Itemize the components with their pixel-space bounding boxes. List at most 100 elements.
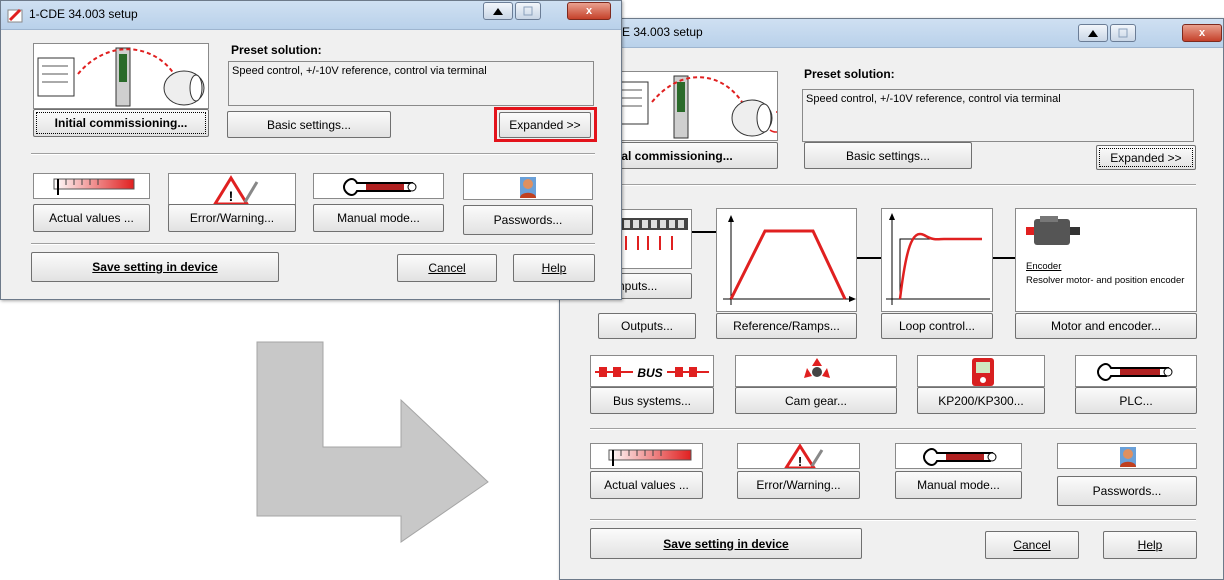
separator bbox=[590, 519, 1196, 521]
ramp-icon bbox=[723, 215, 856, 305]
warning-icon: ! bbox=[213, 175, 259, 204]
svg-text:!: ! bbox=[229, 188, 234, 204]
help-button[interactable]: Help bbox=[1103, 531, 1197, 559]
separator bbox=[31, 243, 595, 245]
cam-gear-button[interactable]: Cam gear... bbox=[735, 387, 897, 414]
separator bbox=[31, 153, 595, 155]
cam-gear-image[interactable] bbox=[735, 355, 897, 387]
close-button[interactable]: x bbox=[567, 2, 611, 20]
actual-values-image[interactable] bbox=[590, 443, 703, 469]
motor-encoder-button[interactable]: Motor and encoder... bbox=[1015, 313, 1197, 339]
close-button[interactable]: x bbox=[1182, 24, 1222, 42]
preset-solution-text: Speed control, +/-10V reference, control… bbox=[228, 61, 594, 106]
inputs-button[interactable]: nputs... bbox=[612, 273, 692, 299]
loop-control-button[interactable]: Loop control... bbox=[881, 313, 993, 339]
window-title: E 34.003 setup bbox=[622, 25, 703, 39]
bus-systems-image[interactable]: BUS bbox=[590, 355, 714, 387]
scroll-up-button[interactable] bbox=[483, 2, 513, 20]
wrench-icon bbox=[342, 177, 417, 197]
title-bar: E 34.003 setup x bbox=[560, 19, 1223, 48]
bus-label: BUS bbox=[637, 366, 662, 380]
manual-mode-button[interactable]: Manual mode... bbox=[895, 471, 1022, 499]
title-bar: 1-CDE 34.003 setup x bbox=[1, 1, 621, 30]
passwords-image[interactable] bbox=[1057, 443, 1197, 469]
bus-systems-button[interactable]: Bus systems... bbox=[590, 387, 714, 414]
error-warning-image[interactable]: ! bbox=[168, 173, 296, 205]
scroll-up-button[interactable] bbox=[1078, 24, 1108, 42]
user-icon bbox=[520, 177, 536, 198]
commissioning-image[interactable] bbox=[33, 43, 209, 109]
manual-mode-button[interactable]: Manual mode... bbox=[313, 204, 444, 232]
chain-line-3 bbox=[993, 257, 1015, 259]
outputs-button[interactable]: Outputs... bbox=[598, 313, 696, 339]
restore-button[interactable] bbox=[1110, 24, 1136, 42]
keypad-icon bbox=[972, 358, 994, 386]
basic-settings-button[interactable]: Basic settings... bbox=[804, 142, 972, 169]
error-warning-button[interactable]: Error/Warning... bbox=[737, 471, 860, 499]
basic-settings-button[interactable]: Basic settings... bbox=[227, 111, 391, 138]
error-warning-image[interactable]: ! bbox=[737, 443, 860, 469]
preset-solution-text: Speed control, +/-10V reference, control… bbox=[802, 89, 1194, 142]
preset-solution-label: Preset solution: bbox=[231, 43, 322, 57]
plc-image[interactable] bbox=[1075, 355, 1197, 387]
cancel-label: Cancel bbox=[1013, 538, 1051, 552]
error-warning-button[interactable]: Error/Warning... bbox=[168, 204, 296, 232]
wrench-icon bbox=[922, 447, 997, 467]
actual-values-image[interactable] bbox=[33, 173, 150, 199]
commissioning-image[interactable] bbox=[612, 71, 778, 141]
cancel-button[interactable]: Cancel bbox=[985, 531, 1079, 559]
actual-values-button[interactable]: Actual values ... bbox=[33, 204, 150, 232]
manual-mode-image[interactable] bbox=[895, 443, 1022, 469]
window-title: 1-CDE 34.003 setup bbox=[29, 7, 138, 21]
svg-text:!: ! bbox=[798, 454, 802, 469]
encoder-link[interactable]: Encoder bbox=[1026, 261, 1061, 272]
gauge-icon bbox=[608, 449, 692, 466]
manual-mode-image[interactable] bbox=[313, 173, 444, 199]
triangle-up-icon bbox=[1088, 30, 1098, 37]
encoder-description: Resolver motor- and position encoder bbox=[1026, 275, 1185, 286]
io-terminal-icon bbox=[612, 218, 688, 250]
initial-commissioning-button[interactable]: ial commissioning... bbox=[612, 142, 778, 169]
inputs-image[interactable] bbox=[612, 209, 692, 269]
commissioning-icon bbox=[612, 75, 777, 139]
separator bbox=[590, 428, 1196, 430]
commissioning-icon bbox=[37, 47, 205, 107]
gauge-icon bbox=[53, 178, 135, 195]
passwords-image[interactable] bbox=[463, 173, 593, 200]
user-icon bbox=[1120, 447, 1136, 467]
cam-gear-icon bbox=[804, 358, 830, 378]
bus-icon: BUS bbox=[595, 362, 709, 380]
keypad-image[interactable] bbox=[917, 355, 1045, 387]
initial-commissioning-button[interactable]: Initial commissioning... bbox=[33, 109, 209, 137]
passwords-button[interactable]: Passwords... bbox=[463, 205, 593, 235]
save-setting-button[interactable]: Save setting in device bbox=[31, 252, 279, 282]
chain-line-1 bbox=[692, 231, 716, 233]
preset-solution-label: Preset solution: bbox=[804, 67, 895, 81]
app-icon bbox=[7, 8, 23, 23]
passwords-button[interactable]: Passwords... bbox=[1057, 476, 1197, 506]
motor-encoder-image[interactable]: Encoder Resolver motor- and position enc… bbox=[1015, 208, 1197, 312]
wrench-icon bbox=[1096, 362, 1173, 382]
setup-window: 1-CDE 34.003 setup x Initial commissioni… bbox=[0, 0, 622, 300]
reference-ramps-image[interactable] bbox=[716, 208, 857, 312]
plc-button[interactable]: PLC... bbox=[1075, 387, 1197, 414]
help-label: Help bbox=[541, 261, 567, 275]
save-setting-button[interactable]: Save setting in device bbox=[590, 528, 862, 559]
expanded-button[interactable]: Expanded >> bbox=[1096, 145, 1196, 170]
expanded-setup-window: E 34.003 setup x Preset solution: Speed … bbox=[559, 18, 1224, 580]
kp200-kp300-button[interactable]: KP200/KP300... bbox=[917, 387, 1045, 414]
loop-control-image[interactable] bbox=[881, 208, 993, 312]
arrow-icon bbox=[256, 341, 489, 543]
separator bbox=[590, 184, 1196, 186]
triangle-up-icon bbox=[493, 8, 503, 15]
reference-ramps-button[interactable]: Reference/Ramps... bbox=[716, 313, 857, 339]
actual-values-button[interactable]: Actual values ... bbox=[590, 471, 703, 499]
restore-button[interactable] bbox=[515, 2, 541, 20]
chain-line-2 bbox=[857, 257, 881, 259]
cancel-button[interactable]: Cancel bbox=[397, 254, 497, 282]
motor-icon bbox=[1026, 216, 1080, 245]
help-label: Help bbox=[1137, 538, 1163, 552]
help-button[interactable]: Help bbox=[513, 254, 595, 282]
loop-step-icon bbox=[886, 213, 990, 305]
close-icon: x bbox=[585, 5, 593, 17]
